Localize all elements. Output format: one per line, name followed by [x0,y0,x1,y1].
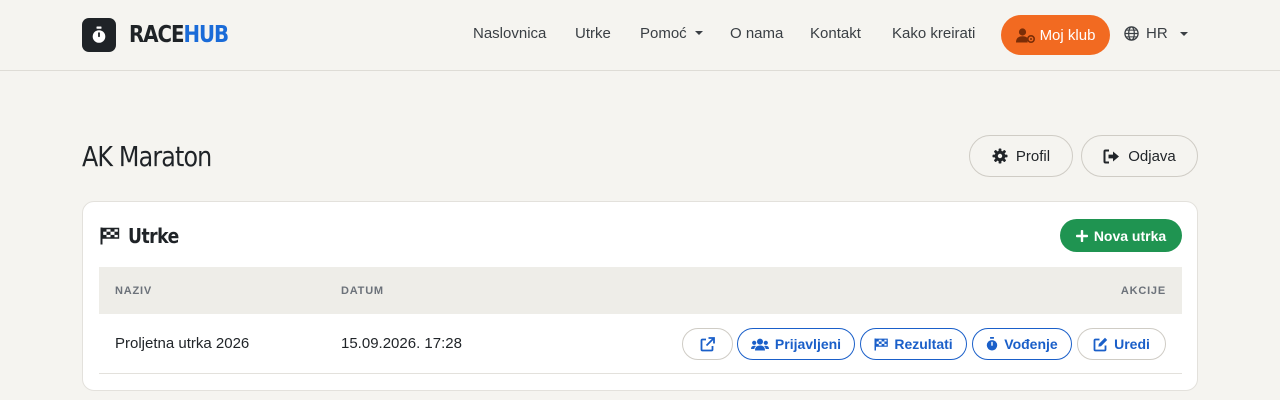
stopwatch-icon [82,18,116,52]
race-name-cell: Proljetna utrka 2026 [115,335,250,352]
brand-name: RACEHUB [129,22,229,48]
stopwatch-icon [986,337,998,351]
races-card-header: Utrke [100,224,187,248]
brand-name-race: RACE [129,22,184,48]
table-row: Proljetna utrka 2026 15.09.2026. 17:28 P… [99,314,1182,374]
column-header-actions: AKCIJE [1120,285,1166,297]
logout-button[interactable]: Odjava [1081,135,1198,177]
registered-button[interactable]: Prijavljeni [737,328,855,360]
globe-icon [1124,26,1139,41]
races-table-header: NAZIV DATUM AKCIJE [99,267,1182,314]
race-date-cell: 15.09.2026. 17:28 [341,335,462,352]
new-race-button-label: Nova utrka [1093,227,1167,244]
races-card-title: Utrke [128,224,179,248]
language-label: HR [1146,25,1168,42]
page-title: AK Maraton [82,140,212,173]
edit-button[interactable]: Uredi [1077,328,1166,360]
checkered-flag-icon [100,227,120,245]
brand-logo-link[interactable]: RACEHUB [82,18,244,52]
user-gear-icon [1015,27,1036,43]
chevron-down-icon [1179,31,1188,36]
profile-button[interactable]: Profil [969,135,1073,177]
open-race-link-button[interactable] [682,328,733,360]
timing-button[interactable]: Vođenje [972,328,1072,360]
my-club-button[interactable]: Moj klub [1001,15,1110,55]
timing-button-label: Vođenje [1004,336,1058,352]
sign-out-icon [1103,149,1120,164]
nav-link-about[interactable]: O nama [730,25,783,43]
gear-icon [992,148,1008,164]
plus-icon [1075,229,1088,242]
chevron-down-icon [694,31,703,35]
nav-dropdown-help-label: Pomoć [640,25,687,42]
nav-link-how-to[interactable]: Kako kreirati [892,25,975,43]
language-selector[interactable]: HR [1124,25,1188,42]
new-race-button[interactable]: Nova utrka [1060,219,1182,252]
nav-link-contact[interactable]: Kontakt [810,25,861,43]
brand-name-hub: HUB [183,22,229,48]
registered-button-label: Prijavljeni [774,336,842,352]
column-header-name: NAZIV [115,285,152,297]
nav-link-home[interactable]: Naslovnica [473,25,546,43]
column-header-date: DATUM [341,285,384,297]
external-link-icon [700,336,715,352]
races-card: Utrke Nova utrka NAZIV DATUM AKCIJE Prol… [82,201,1198,391]
top-navbar: RACEHUB Naslovnica Utrke Pomoć O nama Ko… [0,0,1280,71]
logout-button-label: Odjava [1128,147,1176,165]
edit-button-label: Uredi [1114,336,1150,352]
results-button-label: Rezultati [894,336,953,352]
nav-link-races[interactable]: Utrke [575,25,611,43]
edit-icon [1093,337,1108,352]
nav-dropdown-help[interactable]: Pomoć [640,25,703,43]
checkered-flag-icon [874,338,889,351]
users-icon [750,338,769,351]
my-club-label: Moj klub [1039,26,1096,44]
profile-button-label: Profil [1015,147,1051,165]
results-button[interactable]: Rezultati [860,328,967,360]
